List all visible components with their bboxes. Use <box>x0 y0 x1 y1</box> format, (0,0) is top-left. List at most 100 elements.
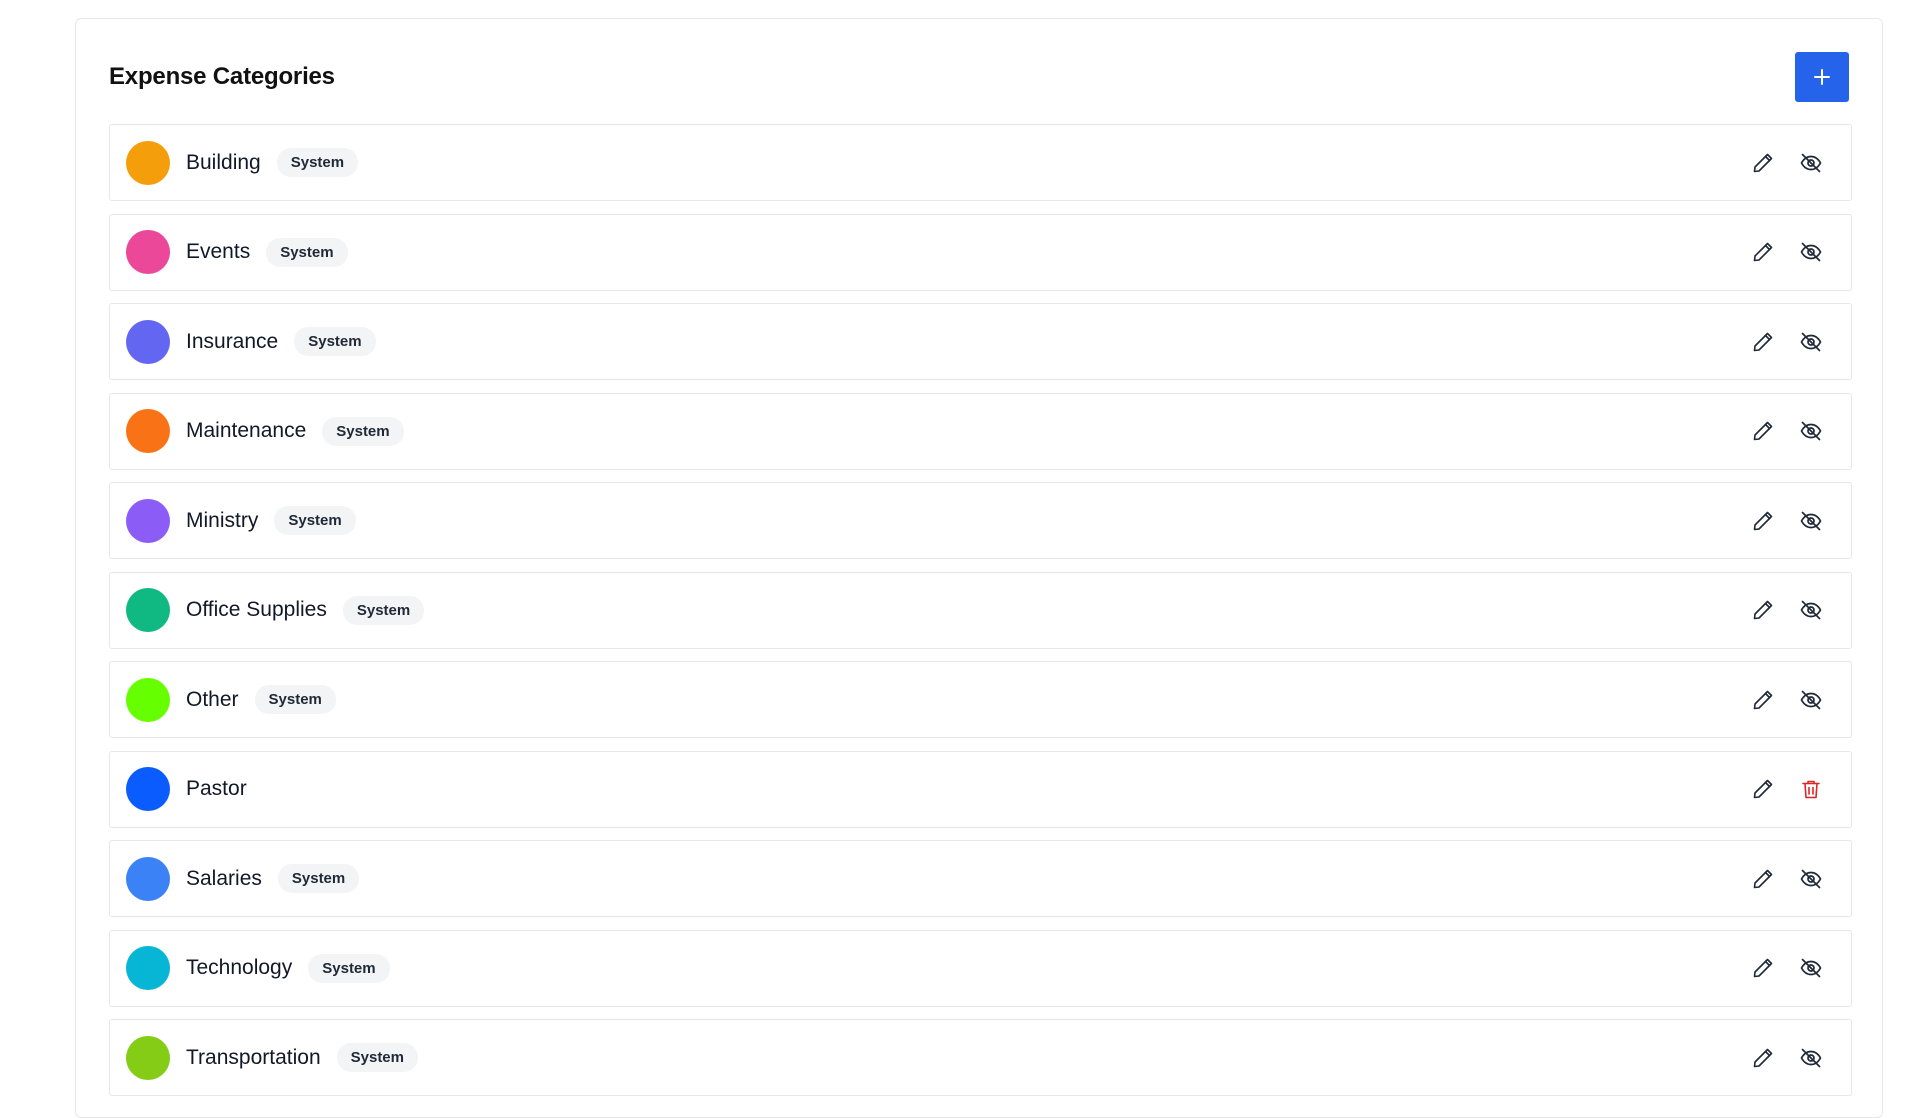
row-actions <box>1750 776 1824 802</box>
edit-button[interactable] <box>1750 955 1776 981</box>
system-badge: System <box>274 506 356 535</box>
row-actions <box>1750 687 1824 713</box>
edit-button[interactable] <box>1750 239 1776 265</box>
row-actions <box>1750 329 1824 355</box>
category-color-dot <box>126 140 170 185</box>
system-badge: System <box>308 953 390 983</box>
system-badge: System <box>342 595 425 625</box>
category-name: Technology <box>186 956 293 979</box>
category-row: Office Supplies System <box>109 571 1852 649</box>
category-row: Technology System <box>109 929 1852 1007</box>
category-name: Building <box>186 150 261 174</box>
hide-button[interactable] <box>1798 955 1824 981</box>
category-name: Maintenance <box>186 419 307 442</box>
category-row: Other System <box>109 661 1852 738</box>
system-badge: System <box>266 237 348 267</box>
row-actions <box>1750 418 1824 444</box>
category-color-dot <box>126 677 170 722</box>
category-name: Events <box>186 240 251 263</box>
edit-button[interactable] <box>1750 329 1776 355</box>
edit-button[interactable] <box>1750 597 1776 623</box>
pencil-icon <box>1753 869 1773 888</box>
system-badge: System <box>277 864 360 893</box>
trash-icon <box>1802 780 1820 799</box>
pencil-icon <box>1753 153 1773 172</box>
add-category-button[interactable] <box>1795 52 1849 102</box>
category-row: Insurance System <box>109 303 1852 380</box>
category-name: Pastor <box>186 777 247 800</box>
system-badge: System <box>336 1043 418 1072</box>
category-row: Transportation System <box>109 1019 1852 1096</box>
category-color-dot <box>126 767 170 811</box>
category-color-dot <box>126 230 170 274</box>
category-name: Insurance <box>186 329 279 353</box>
expense-categories-card: Expense Categories Building System Event… <box>75 18 1883 1118</box>
category-row: Maintenance System <box>109 392 1852 470</box>
row-actions <box>1750 866 1824 892</box>
eye-off-icon <box>1800 421 1822 441</box>
row-actions <box>1750 150 1824 176</box>
pencil-icon <box>1753 332 1773 351</box>
hide-button[interactable] <box>1798 597 1824 623</box>
hide-button[interactable] <box>1798 1045 1824 1071</box>
card-header: Expense Categories <box>109 52 1849 102</box>
edit-button[interactable] <box>1750 1045 1776 1071</box>
category-color-dot <box>126 1035 170 1080</box>
pencil-icon <box>1753 242 1773 262</box>
hide-button[interactable] <box>1798 866 1824 892</box>
category-color-dot <box>126 319 170 364</box>
delete-button[interactable] <box>1798 776 1824 802</box>
hide-button[interactable] <box>1798 150 1824 176</box>
category-row: Salaries System <box>109 840 1852 917</box>
edit-button[interactable] <box>1750 150 1776 176</box>
category-color-dot <box>126 588 170 632</box>
hide-button[interactable] <box>1798 239 1824 265</box>
eye-off-icon <box>1800 511 1822 530</box>
eye-off-icon <box>1800 600 1822 620</box>
row-actions <box>1750 508 1824 534</box>
category-name: Salaries <box>186 866 262 890</box>
eye-off-icon <box>1800 242 1822 262</box>
edit-button[interactable] <box>1750 866 1776 892</box>
row-actions <box>1750 239 1824 265</box>
category-row: Building System <box>109 124 1852 201</box>
hide-button[interactable] <box>1798 687 1824 713</box>
edit-button[interactable] <box>1750 687 1776 713</box>
edit-button[interactable] <box>1750 418 1776 444</box>
hide-button[interactable] <box>1798 508 1824 534</box>
eye-off-icon <box>1800 690 1822 709</box>
pencil-icon <box>1753 779 1773 799</box>
pencil-icon <box>1753 600 1773 620</box>
row-actions <box>1750 955 1824 981</box>
pencil-icon <box>1753 690 1773 709</box>
system-badge: System <box>254 685 336 714</box>
eye-off-icon <box>1800 1048 1822 1067</box>
category-row: Ministry System <box>109 482 1852 559</box>
edit-button[interactable] <box>1750 776 1776 802</box>
category-name: Office Supplies <box>186 598 327 621</box>
eye-off-icon <box>1800 332 1822 351</box>
category-color-dot <box>126 856 170 901</box>
pencil-icon <box>1753 958 1773 978</box>
page-title: Expense Categories <box>109 63 335 90</box>
hide-button[interactable] <box>1798 329 1824 355</box>
category-color-dot <box>126 409 170 453</box>
pencil-icon <box>1753 421 1773 441</box>
eye-off-icon <box>1800 958 1822 978</box>
edit-button[interactable] <box>1750 508 1776 534</box>
category-color-dot <box>126 498 170 543</box>
system-badge: System <box>276 148 359 177</box>
category-color-dot <box>126 946 170 990</box>
plus-icon <box>1814 69 1830 85</box>
system-badge: System <box>322 416 404 446</box>
row-actions <box>1750 1045 1824 1071</box>
row-actions <box>1750 597 1824 623</box>
category-name: Ministry <box>186 508 259 532</box>
pencil-icon <box>1753 1048 1773 1067</box>
pencil-icon <box>1753 511 1773 530</box>
eye-off-icon <box>1800 869 1822 888</box>
hide-button[interactable] <box>1798 418 1824 444</box>
category-list: Building System Events System Insurance <box>109 124 1852 1109</box>
category-row: Events System <box>109 213 1852 291</box>
system-badge: System <box>294 327 376 356</box>
